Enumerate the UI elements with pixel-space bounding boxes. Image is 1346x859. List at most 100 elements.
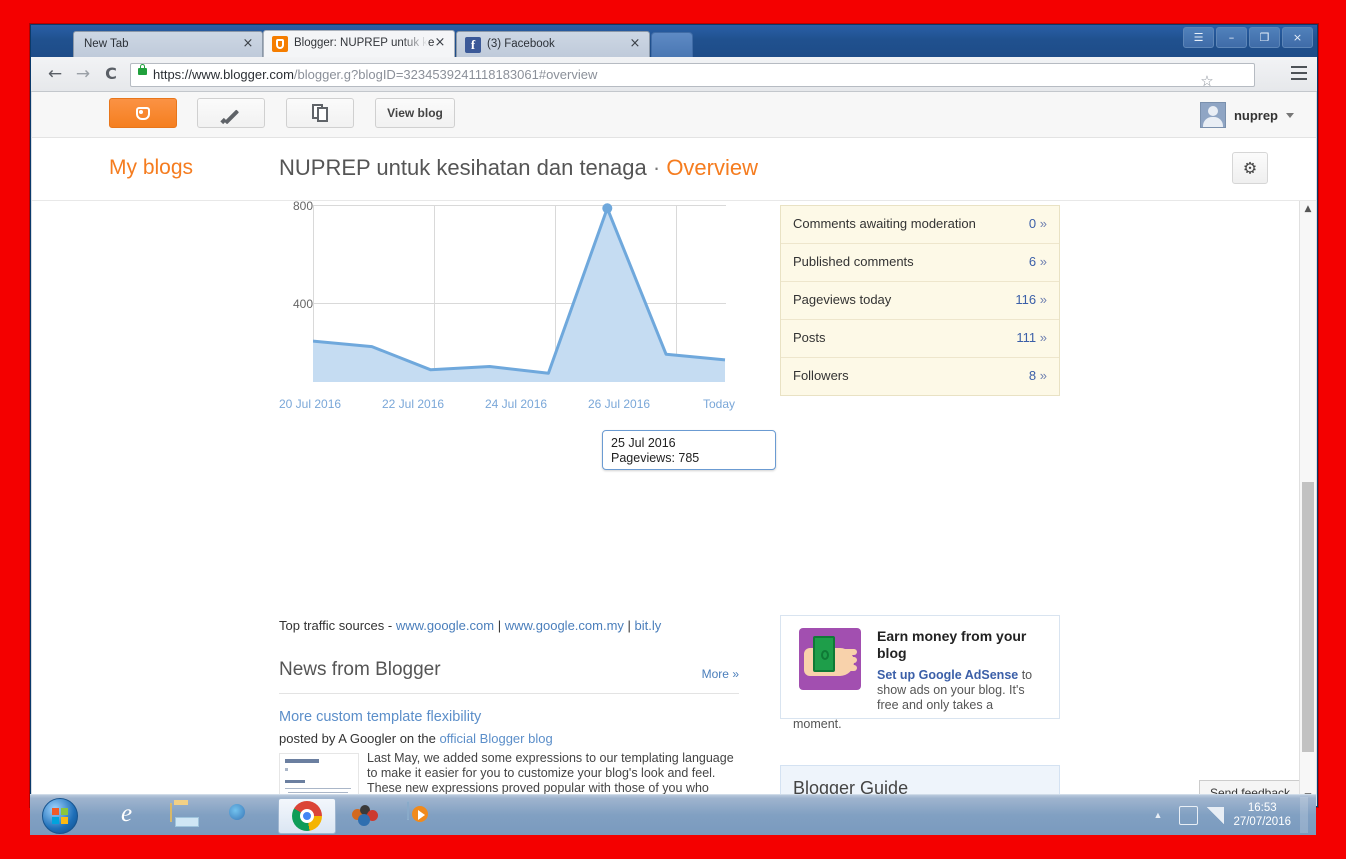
ssl-lock-icon: [138, 64, 147, 75]
scrollbar-thumb[interactable]: [1302, 482, 1314, 752]
user-switch-button[interactable]: ☰: [1183, 27, 1214, 48]
official-blogger-blog-link[interactable]: official Blogger blog: [439, 731, 552, 746]
address-bar[interactable]: https://www.blogger.com/blogger.g?blogID…: [130, 63, 1255, 90]
stat-value[interactable]: 8 »: [1029, 368, 1047, 383]
taskbar-clock[interactable]: 16:53 27/07/2016: [1233, 801, 1291, 829]
news-byline: posted by A Googler on the official Blog…: [279, 731, 553, 746]
chrome-window: New Tab × Blogger: NUPREP untuk ke × f (…: [30, 24, 1318, 807]
news-header: News from Blogger More »: [279, 657, 739, 694]
view-blog-label: View blog: [387, 106, 443, 120]
new-tab-button[interactable]: [651, 32, 693, 57]
scroll-up-arrow[interactable]: ▲: [1300, 201, 1316, 217]
tab-new-tab[interactable]: New Tab ×: [73, 31, 263, 57]
system-tray: ▲ 16:53 27/07/2016: [1153, 795, 1308, 835]
stat-row-posts[interactable]: Posts 111 »: [781, 320, 1059, 358]
traffic-source-link-2[interactable]: bit.ly: [635, 618, 662, 633]
page-scrollbar[interactable]: ▲ ▼: [1299, 201, 1316, 805]
my-blogs-link[interactable]: My blogs: [109, 156, 193, 180]
y-tick-400: 400: [292, 297, 313, 311]
stat-label: Pageviews today: [793, 292, 892, 307]
taskbar-media-player[interactable]: [407, 801, 445, 832]
blogger-home-button[interactable]: [109, 98, 177, 128]
view-blog-button[interactable]: View blog: [375, 98, 455, 128]
traffic-source-link-0[interactable]: www.google.com: [396, 618, 494, 633]
window-controls: ☰ – ❐ ×: [1183, 27, 1313, 48]
tab-label-fade: [402, 31, 428, 57]
news-article-title[interactable]: More custom template flexibility: [279, 709, 481, 725]
taskbar-meeting-app[interactable]: [350, 803, 388, 833]
news-from-blogger: News from Blogger More » More custom tem…: [279, 657, 739, 805]
clock-date: 27/07/2016: [1233, 816, 1291, 828]
reload-button[interactable]: C: [101, 64, 121, 84]
stat-value[interactable]: 111 »: [1016, 330, 1047, 345]
x-tick-3: 26 Jul 2016: [588, 397, 651, 411]
setup-adsense-link[interactable]: Set up Google AdSense: [877, 668, 1018, 682]
chart-tooltip: 25 Jul 2016 Pageviews: 785: [602, 430, 776, 470]
new-post-button[interactable]: [197, 98, 265, 128]
restore-button[interactable]: ❐: [1249, 27, 1280, 48]
windows-start-icon: [52, 808, 68, 824]
blogger-app-bar: View blog nuprep: [32, 92, 1316, 138]
blog-title: NUPREP untuk kesihatan dan tenaga: [279, 155, 647, 180]
adsense-body-overflow: moment.: [793, 717, 842, 731]
pages-icon: [312, 104, 328, 122]
tab-close-icon[interactable]: ×: [628, 37, 642, 51]
account-menu[interactable]: nuprep: [1199, 102, 1294, 128]
network-icon[interactable]: [1179, 805, 1199, 825]
scrollbar-track[interactable]: [1300, 217, 1316, 789]
signal-icon[interactable]: [1207, 806, 1225, 824]
overview-content: 800 400 20 Jul 2016 22 Jul 2016 24 Jul 2…: [32, 199, 1316, 805]
section-name: Overview: [666, 155, 758, 180]
stat-row-published-comments[interactable]: Published comments 6 »: [781, 244, 1059, 282]
stat-label: Posts: [793, 330, 826, 345]
chevron-down-icon: [1286, 112, 1294, 118]
top-traffic-sources: Top traffic sources - www.google.com | w…: [279, 618, 661, 633]
chart-plot-area: [313, 201, 726, 387]
x-tick-1: 22 Jul 2016: [382, 397, 445, 411]
window-titlebar: New Tab × Blogger: NUPREP untuk ke × f (…: [31, 25, 1317, 57]
tab-blogger[interactable]: Blogger: NUPREP untuk ke ×: [263, 30, 455, 57]
minimize-button[interactable]: –: [1216, 27, 1247, 48]
x-tick-0: 20 Jul 2016: [279, 397, 342, 411]
taskbar-file-explorer[interactable]: [170, 803, 208, 834]
tab-strip: New Tab × Blogger: NUPREP untuk ke × f (…: [31, 25, 1317, 57]
news-more-link[interactable]: More »: [702, 667, 739, 681]
stat-row-pageviews-today[interactable]: Pageviews today 116 »: [781, 282, 1059, 320]
browser-toolbar: ← → C https://www.blogger.com/blogger.g?…: [31, 57, 1317, 92]
address-bar-text: https://www.blogger.com/blogger.g?blogID…: [153, 67, 598, 82]
chart-x-axis: 20 Jul 2016 22 Jul 2016 24 Jul 2016 26 J…: [279, 397, 739, 415]
stat-row-followers[interactable]: Followers 8 »: [781, 358, 1059, 395]
windows-taskbar: ▲ 16:53 27/07/2016: [30, 794, 1316, 835]
traffic-source-link-1[interactable]: www.google.com.my: [505, 618, 624, 633]
account-name: nuprep: [1233, 107, 1278, 123]
y-tick-800: 800: [292, 199, 313, 213]
blogger-b-icon: [135, 104, 151, 122]
taskbar-start-button[interactable]: [42, 798, 78, 834]
stat-row-comments-awaiting[interactable]: Comments awaiting moderation 0 »: [781, 206, 1059, 244]
media-player-icon: [407, 801, 409, 820]
taskbar-chrome[interactable]: [278, 798, 336, 834]
stat-value[interactable]: 116 »: [1015, 292, 1047, 307]
chart-series-pageviews: [313, 203, 726, 382]
tab-close-icon[interactable]: ×: [433, 36, 447, 50]
close-button[interactable]: ×: [1282, 27, 1313, 48]
taskbar-firefox[interactable]: [226, 800, 264, 830]
stat-value[interactable]: 0 »: [1029, 216, 1047, 231]
hand-with-money-icon: [799, 628, 861, 690]
traffic-divider-0: |: [494, 618, 505, 633]
post-list-button[interactable]: [286, 98, 354, 128]
show-hidden-icons-button[interactable]: ▲: [1153, 807, 1170, 824]
tab-close-icon[interactable]: ×: [241, 37, 255, 51]
adsense-promo-card: Earn money from your blog Set up Google …: [780, 615, 1060, 731]
back-button[interactable]: ←: [45, 64, 65, 84]
show-desktop-button[interactable]: [1300, 797, 1308, 833]
chrome-menu-icon[interactable]: [1291, 66, 1307, 80]
adsense-body: Set up Google AdSense to show ads on you…: [877, 668, 1045, 713]
stat-value[interactable]: 6 »: [1029, 254, 1047, 269]
taskbar-internet-explorer[interactable]: [114, 800, 152, 830]
bookmark-star-icon[interactable]: ☆: [1198, 72, 1216, 90]
tab-facebook[interactable]: f (3) Facebook ×: [456, 31, 650, 57]
tooltip-date: 25 Jul 2016: [611, 436, 676, 450]
forward-button[interactable]: →: [73, 64, 93, 84]
settings-button[interactable]: ⚙: [1232, 152, 1268, 184]
